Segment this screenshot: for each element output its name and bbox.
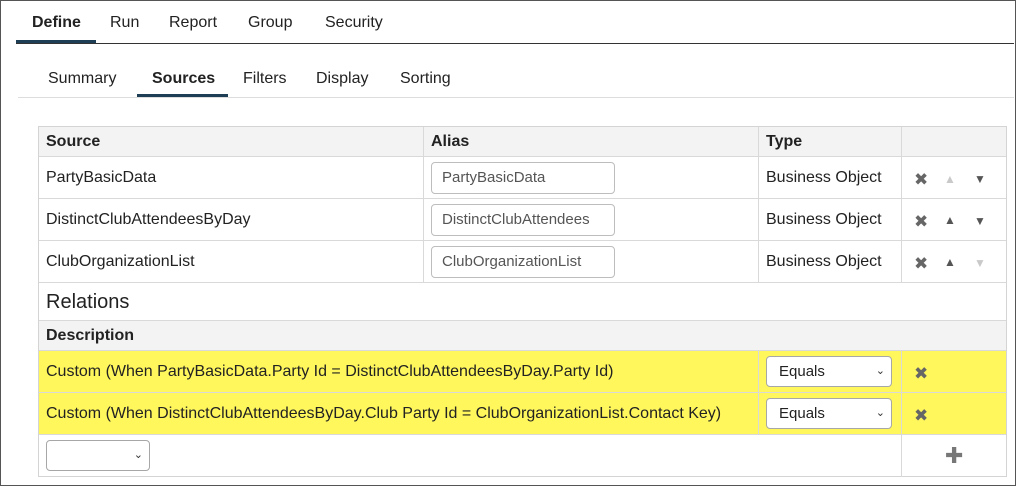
source-name: DistinctClubAttendeesByDay <box>46 211 251 228</box>
operator-select[interactable]: Equals ⌄ <box>766 356 892 387</box>
source-type: Business Object <box>766 211 882 228</box>
add-icon[interactable]: ✚ <box>945 445 963 467</box>
tab-security[interactable]: Security <box>325 14 383 32</box>
subtab-summary[interactable]: Summary <box>48 70 116 88</box>
delete-icon[interactable]: ✖ <box>914 407 928 424</box>
tab-define[interactable]: Define <box>32 14 81 32</box>
source-type: Business Object <box>766 253 882 270</box>
chevron-down-icon: ⌄ <box>133 449 143 461</box>
tab-group[interactable]: Group <box>248 14 292 32</box>
delete-icon[interactable]: ✖ <box>914 171 928 188</box>
delete-icon[interactable]: ✖ <box>914 255 928 272</box>
sub-tab-bar: Summary Sources Filters Display Sorting <box>18 58 1014 98</box>
source-type: Business Object <box>766 169 882 186</box>
new-relation-row: ⌄ ✚ <box>39 435 1006 477</box>
alias-input[interactable]: DistinctClubAttendees <box>431 204 615 236</box>
relations-title: Relations <box>46 291 130 313</box>
tab-report[interactable]: Report <box>169 14 217 32</box>
relation-row: Custom (When DistinctClubAttendeesByDay.… <box>39 393 1006 435</box>
delete-icon[interactable]: ✖ <box>914 213 928 230</box>
operator-value: Equals <box>779 363 825 380</box>
alias-input[interactable]: ClubOrganizationList <box>431 246 615 278</box>
alias-input[interactable]: PartyBasicData <box>431 162 615 194</box>
move-down-icon[interactable]: ▼ <box>974 173 986 185</box>
active-tab-indicator <box>16 40 96 43</box>
move-down-icon: ▼ <box>974 256 986 270</box>
relation-description: Custom (When PartyBasicData.Party Id = D… <box>46 363 614 380</box>
subtab-sorting[interactable]: Sorting <box>400 70 451 88</box>
operator-value: Equals <box>779 405 825 422</box>
active-subtab-indicator <box>137 94 228 97</box>
source-row: DistinctClubAttendeesByDay DistinctClubA… <box>39 199 1006 241</box>
move-up-icon: ▲ <box>944 172 956 186</box>
header-source: Source <box>46 133 101 150</box>
source-name: ClubOrganizationList <box>46 253 195 270</box>
sources-header-row: Source Alias Type <box>39 127 1006 157</box>
subtab-filters[interactable]: Filters <box>243 70 287 88</box>
chevron-down-icon: ⌄ <box>875 407 885 419</box>
relations-header-row: Description <box>39 321 1006 351</box>
source-row: ClubOrganizationList ClubOrganizationLis… <box>39 241 1006 283</box>
relations-title-row: Relations <box>39 283 1006 321</box>
move-up-icon[interactable]: ▲ <box>944 256 956 268</box>
header-alias: Alias <box>431 133 470 150</box>
move-up-icon[interactable]: ▲ <box>944 214 956 226</box>
tab-run[interactable]: Run <box>110 14 139 32</box>
source-row: PartyBasicData PartyBasicData Business O… <box>39 157 1006 199</box>
delete-icon[interactable]: ✖ <box>914 365 928 382</box>
operator-select[interactable]: Equals ⌄ <box>766 398 892 429</box>
new-relation-select[interactable]: ⌄ <box>46 440 150 471</box>
subtab-sources[interactable]: Sources <box>152 70 215 88</box>
relation-description: Custom (When DistinctClubAttendeesByDay.… <box>46 405 722 422</box>
sources-grid: Source Alias Type PartyBasicData PartyBa… <box>38 126 1007 477</box>
top-tab-bar: Define Run Report Group Security <box>16 0 1014 44</box>
header-type: Type <box>766 133 803 150</box>
relation-row: Custom (When PartyBasicData.Party Id = D… <box>39 351 1006 393</box>
chevron-down-icon: ⌄ <box>875 365 885 377</box>
move-down-icon[interactable]: ▼ <box>974 215 986 227</box>
source-name: PartyBasicData <box>46 169 157 186</box>
subtab-display[interactable]: Display <box>316 70 368 88</box>
header-description: Description <box>46 327 135 344</box>
